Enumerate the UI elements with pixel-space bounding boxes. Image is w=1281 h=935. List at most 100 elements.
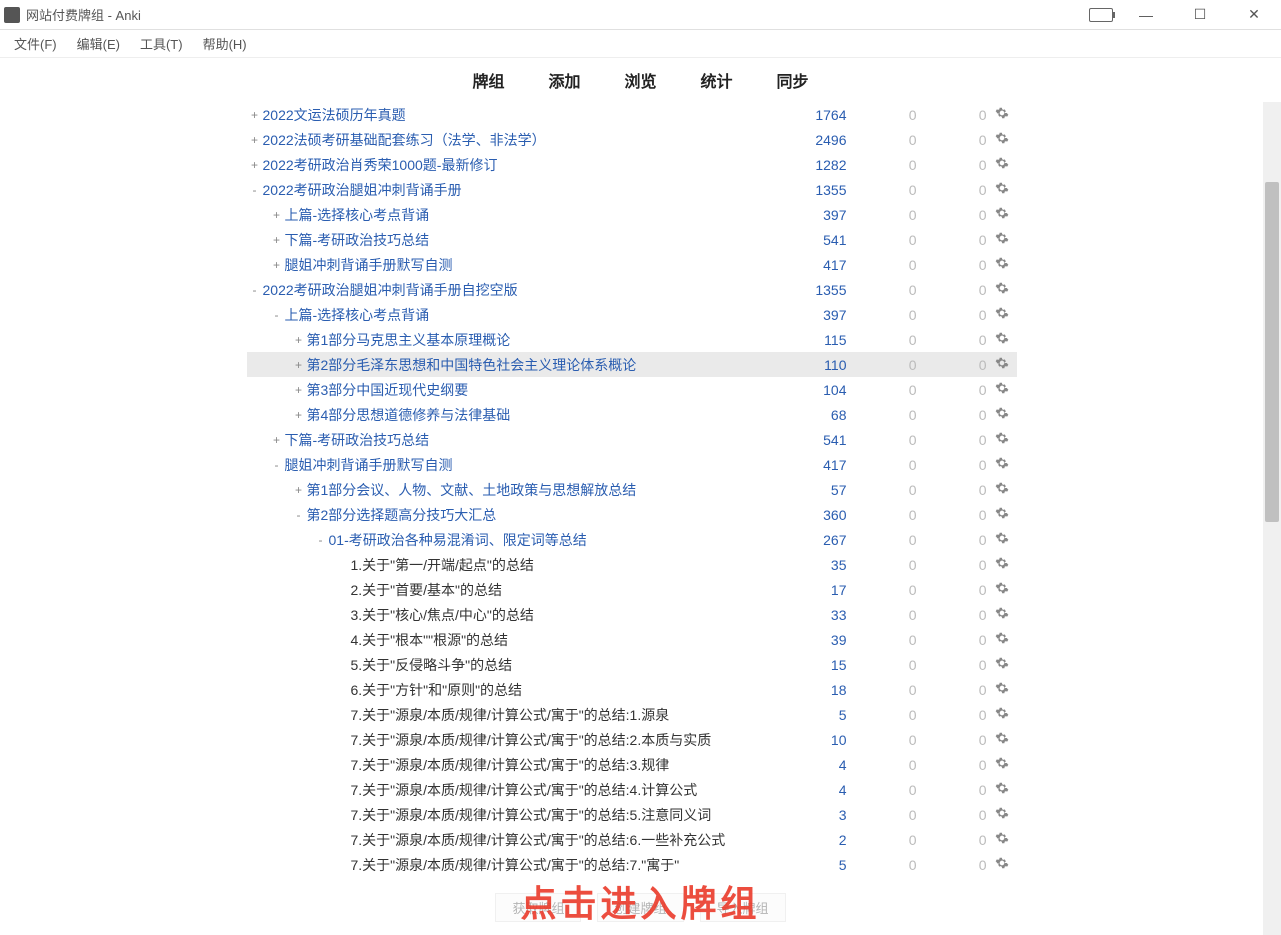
tool-sync[interactable]: 同步 [777,68,809,92]
due-count: 0 [917,757,987,773]
due-count: 0 [917,107,987,123]
deck-name[interactable]: 01-考研政治各种易混淆词、限定词等总结 [329,530,777,550]
new-count: 57 [777,482,847,498]
gear-icon[interactable] [987,156,1017,173]
gear-icon[interactable] [987,206,1017,223]
due-count: 0 [917,332,987,348]
deck-name[interactable]: 第4部分思想道德修养与法律基础 [307,405,777,425]
expand-toggle[interactable]: + [291,358,307,372]
gear-icon[interactable] [987,506,1017,523]
close-button[interactable]: ✕ [1231,1,1277,29]
expand-toggle[interactable]: + [269,433,285,447]
gear-icon[interactable] [987,106,1017,123]
gear-icon[interactable] [987,131,1017,148]
expand-toggle[interactable]: + [291,408,307,422]
gear-icon[interactable] [987,656,1017,673]
gear-icon[interactable] [987,456,1017,473]
maximize-button[interactable]: ☐ [1177,1,1223,29]
deck-name[interactable]: 下篇-考研政治技巧总结 [285,430,777,450]
scrollbar-thumb[interactable] [1265,182,1279,522]
tool-add[interactable]: 添加 [548,68,580,92]
menu-file[interactable]: 文件(F) [6,31,65,56]
gear-icon[interactable] [987,681,1017,698]
gear-icon[interactable] [987,356,1017,373]
deck-name[interactable]: 第1部分会议、人物、文献、土地政策与思想解放总结 [307,480,777,500]
expand-toggle[interactable]: + [291,333,307,347]
deck-name[interactable]: 第1部分马克思主义基本原理概论 [307,330,777,350]
gear-icon[interactable] [987,756,1017,773]
gear-icon[interactable] [987,256,1017,273]
deck-name[interactable]: 2022文运法硕历年真题 [263,105,777,125]
gear-icon[interactable] [987,631,1017,648]
deck-name[interactable]: 第2部分毛泽东思想和中国特色社会主义理论体系概论 [307,355,777,375]
tool-browse[interactable]: 浏览 [624,68,656,92]
gear-icon[interactable] [987,281,1017,298]
new-count: 397 [777,207,847,223]
gear-icon[interactable] [987,331,1017,348]
expand-toggle[interactable]: + [247,133,263,147]
gear-icon[interactable] [987,856,1017,873]
expand-toggle[interactable]: + [247,158,263,172]
gear-icon[interactable] [987,556,1017,573]
expand-toggle[interactable]: + [269,258,285,272]
deck-row: +2022文运法硕历年真题176400 [247,102,1017,127]
gear-icon[interactable] [987,581,1017,598]
gear-icon[interactable] [987,381,1017,398]
deck-name[interactable]: 腿姐冲刺背诵手册默写自测 [285,455,777,475]
learn-count: 0 [847,432,917,448]
learn-count: 0 [847,332,917,348]
gear-icon[interactable] [987,606,1017,623]
deck-name[interactable]: 2022法硕考研基础配套练习（法学、非法学） [263,130,777,150]
deck-name[interactable]: 第2部分选择题高分技巧大汇总 [307,505,777,525]
deck-name[interactable]: 第3部分中国近现代史纲要 [307,380,777,400]
menu-help[interactable]: 帮助(H) [195,31,255,56]
expand-toggle[interactable]: - [269,458,285,472]
minimize-button[interactable]: ― [1123,1,1169,29]
gear-icon[interactable] [987,781,1017,798]
gear-icon[interactable] [987,806,1017,823]
gear-icon[interactable] [987,406,1017,423]
expand-toggle[interactable]: - [247,183,263,197]
deck-name: 4.关于"根本""根源"的总结 [351,630,777,650]
expand-toggle[interactable]: - [247,283,263,297]
deck-name[interactable]: 下篇-考研政治技巧总结 [285,230,777,250]
expand-toggle[interactable]: + [269,233,285,247]
expand-toggle[interactable]: + [247,108,263,122]
gear-icon[interactable] [987,481,1017,498]
due-count: 0 [917,532,987,548]
new-count: 1282 [777,157,847,173]
new-count: 115 [777,332,847,348]
learn-count: 0 [847,282,917,298]
gear-icon[interactable] [987,306,1017,323]
deck-row: 7.关于"源泉/本质/规律/计算公式/寓于"的总结:2.本质与实质1000 [247,727,1017,752]
menu-edit[interactable]: 编辑(E) [69,31,128,56]
expand-toggle[interactable]: + [269,208,285,222]
expand-toggle[interactable]: + [291,383,307,397]
learn-count: 0 [847,607,917,623]
menu-tools[interactable]: 工具(T) [132,31,191,56]
due-count: 0 [917,282,987,298]
gear-icon[interactable] [987,831,1017,848]
scrollbar[interactable] [1263,102,1281,935]
gear-icon[interactable] [987,431,1017,448]
expand-toggle[interactable]: - [291,508,307,522]
tool-decks[interactable]: 牌组 [472,68,504,92]
gear-icon[interactable] [987,731,1017,748]
gear-icon[interactable] [987,706,1017,723]
gear-icon[interactable] [987,231,1017,248]
deck-name[interactable]: 上篇-选择核心考点背诵 [285,305,777,325]
deck-name[interactable]: 腿姐冲刺背诵手册默写自测 [285,255,777,275]
expand-toggle[interactable]: - [313,533,329,547]
tool-stats[interactable]: 统计 [701,68,733,92]
deck-name[interactable]: 2022考研政治腿姐冲刺背诵手册 [263,180,777,200]
deck-name[interactable]: 2022考研政治肖秀荣1000题-最新修订 [263,155,777,175]
deck-name[interactable]: 2022考研政治腿姐冲刺背诵手册自挖空版 [263,280,777,300]
expand-toggle[interactable]: + [291,483,307,497]
gear-icon[interactable] [987,181,1017,198]
expand-toggle[interactable]: - [269,308,285,322]
due-count: 0 [917,507,987,523]
due-count: 0 [917,157,987,173]
deck-name[interactable]: 上篇-选择核心考点背诵 [285,205,777,225]
gear-icon[interactable] [987,531,1017,548]
learn-count: 0 [847,257,917,273]
